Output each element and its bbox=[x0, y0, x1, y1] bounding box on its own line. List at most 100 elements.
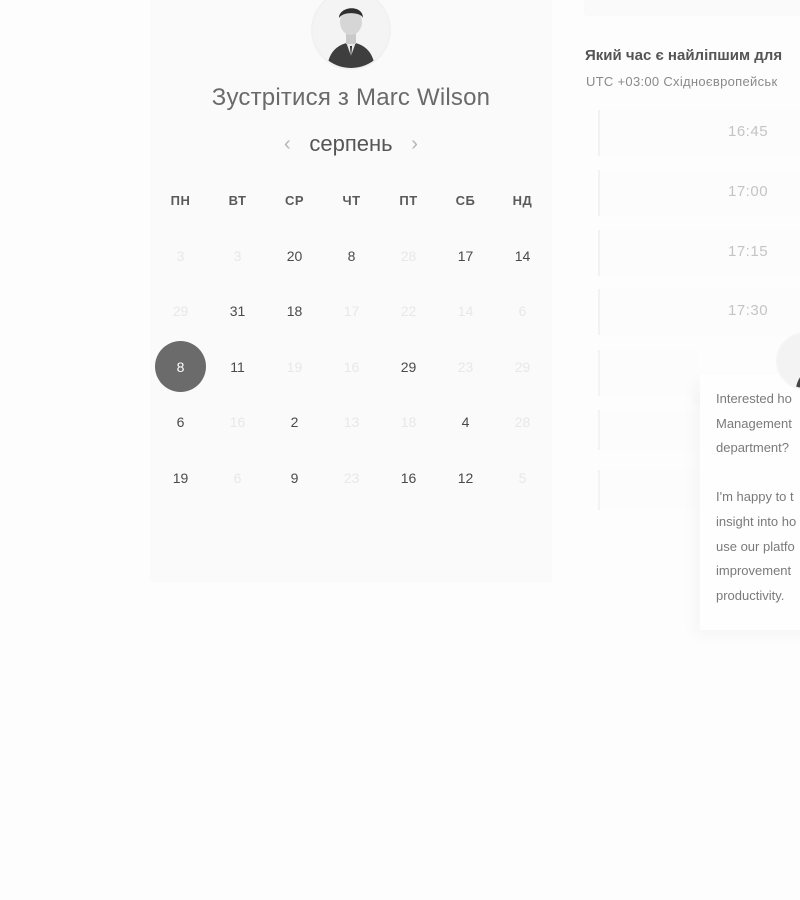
weekday-label: НД bbox=[512, 193, 533, 208]
calendar-day-number: 16 bbox=[400, 469, 417, 486]
calendar-day-number: 17 bbox=[343, 303, 360, 320]
time-slot-label: 17:00 bbox=[728, 183, 769, 200]
calendar-day: 23 bbox=[323, 450, 380, 506]
calendar-day-number: 28 bbox=[400, 247, 417, 264]
calendar-day-number: 28 bbox=[514, 414, 531, 431]
popup-message-line: use our platfo bbox=[716, 539, 795, 554]
calendar-day: 22 bbox=[380, 284, 437, 340]
calendar-day: 17 bbox=[323, 284, 380, 340]
calendar-day: 5 bbox=[494, 450, 551, 506]
calendar-day[interactable]: 19 bbox=[152, 450, 209, 506]
calendar-day-number: 11 bbox=[230, 358, 245, 375]
calendar-day: 28 bbox=[494, 395, 551, 451]
calendar-day-number: 29 bbox=[514, 358, 531, 375]
popup-message-line: I'm happy to t bbox=[716, 489, 794, 504]
calendar-day-number: 8 bbox=[155, 341, 206, 393]
popup-message-line: Interested ho bbox=[716, 391, 792, 406]
calendar-day-number: 14 bbox=[514, 247, 531, 264]
calendar-day: 18 bbox=[380, 395, 437, 451]
calendar-day-selected[interactable]: 8 bbox=[152, 339, 209, 395]
calendar-day-number: 17 bbox=[457, 247, 474, 264]
calendar-day-number: 13 bbox=[343, 414, 360, 431]
calendar-day: 6 bbox=[209, 450, 266, 506]
timezone-label[interactable]: UTC +03:00 Східноєвропейськ bbox=[586, 74, 777, 89]
calendar-day[interactable]: 2 bbox=[266, 395, 323, 451]
calendar-day: 28 bbox=[380, 228, 437, 284]
time-slot[interactable]: 16:45 bbox=[598, 110, 800, 156]
calendar-day-number: 3 bbox=[233, 247, 242, 264]
popup-pointer bbox=[690, 392, 700, 408]
month-label: серпень bbox=[309, 131, 393, 156]
calendar-day: 13 bbox=[323, 395, 380, 451]
calendar-day: 3 bbox=[152, 228, 209, 284]
calendar-day-number: 3 bbox=[176, 247, 185, 264]
calendar-day-number: 19 bbox=[172, 469, 189, 486]
time-slot[interactable] bbox=[598, 350, 698, 396]
popup-message-line: insight into ho bbox=[716, 514, 797, 529]
calendar-day-number: 18 bbox=[400, 414, 417, 431]
weekday-header: ПН ВТ СР ЧТ ПТ СБ НД bbox=[152, 193, 550, 208]
calendar-day-number: 6 bbox=[233, 469, 242, 486]
calendar-day: 29 bbox=[494, 339, 551, 395]
calendar-day[interactable]: 9 bbox=[266, 450, 323, 506]
time-slot[interactable]: 17:00 bbox=[598, 170, 800, 216]
calendar-day-number: 31 bbox=[229, 303, 246, 320]
time-slot[interactable]: 17:15 bbox=[598, 230, 800, 276]
weekday-label: ВТ bbox=[228, 193, 247, 208]
calendar-day[interactable]: 17 bbox=[437, 228, 494, 284]
calendar-day-number: 4 bbox=[461, 414, 470, 431]
calendar-day[interactable]: 29 bbox=[380, 339, 437, 395]
calendar-day-number: 29 bbox=[172, 303, 189, 320]
calendar-day[interactable]: 11 bbox=[209, 339, 266, 395]
calendar-day: 29 bbox=[152, 284, 209, 340]
month-navigation: ‹ серпень › bbox=[150, 130, 552, 158]
time-slot[interactable] bbox=[598, 410, 698, 450]
chevron-right-icon[interactable]: › bbox=[407, 130, 423, 158]
popup-message-line: productivity. bbox=[716, 588, 785, 603]
calendar-day-number: 8 bbox=[347, 247, 356, 264]
calendar-day: 3 bbox=[209, 228, 266, 284]
calendar-day-number: 23 bbox=[343, 469, 360, 486]
calendar-day[interactable]: 20 bbox=[266, 228, 323, 284]
calendar-day[interactable]: 12 bbox=[437, 450, 494, 506]
calendar-day-number: 20 bbox=[286, 247, 303, 264]
calendar-day-number: 9 bbox=[290, 469, 299, 486]
calendar-day: 6 bbox=[494, 284, 551, 340]
time-question-heading: Який час є найліпшим для bbox=[585, 47, 783, 64]
calendar-day-number: 12 bbox=[457, 469, 474, 486]
time-slot-label: 17:15 bbox=[728, 243, 769, 260]
time-slot-label: 16:45 bbox=[728, 123, 769, 140]
calendar-day[interactable]: 18 bbox=[266, 284, 323, 340]
calendar-day-number: 19 bbox=[286, 358, 303, 375]
calendar-day-number: 23 bbox=[457, 358, 474, 375]
time-slot-label: 17:30 bbox=[728, 302, 769, 319]
calendar-day: 16 bbox=[209, 395, 266, 451]
popup-message-line: Management bbox=[716, 416, 792, 431]
calendar-day-number: 6 bbox=[176, 414, 185, 431]
page-title: Зустрітися з Marc Wilson bbox=[211, 84, 491, 111]
calendar-day-number: 22 bbox=[400, 303, 417, 320]
time-slot[interactable]: 17:30 bbox=[598, 289, 800, 335]
calendar-day[interactable]: 4 bbox=[437, 395, 494, 451]
calendar-day-number: 6 bbox=[518, 303, 527, 320]
calendar-day[interactable]: 14 bbox=[494, 228, 551, 284]
calendar-day-number: 29 bbox=[400, 358, 417, 375]
weekday-label: СР bbox=[284, 193, 305, 208]
time-slot[interactable] bbox=[598, 470, 698, 510]
calendar-grid: 3 3 20 8 28 17 14 29 31 18 17 22 14 6 8 11 19 16 29 23 29 6 16… bbox=[152, 228, 552, 506]
calendar-day[interactable]: 16 bbox=[380, 450, 437, 506]
calendar-day: 14 bbox=[437, 284, 494, 340]
calendar-day-number: 5 bbox=[518, 469, 527, 486]
calendar-day[interactable]: 6 bbox=[152, 395, 209, 451]
weekday-label: ПН bbox=[170, 193, 191, 208]
calendar-day: 19 bbox=[266, 339, 323, 395]
calendar-day[interactable]: 31 bbox=[209, 284, 266, 340]
booking-page: Зустрітися з Marc Wilson ‹ серпень › ПН … bbox=[0, 0, 800, 900]
calendar-day-number: 2 bbox=[290, 414, 299, 431]
calendar-day: 16 bbox=[323, 339, 380, 395]
calendar-day[interactable]: 8 bbox=[323, 228, 380, 284]
popup-message-line: department? bbox=[716, 440, 789, 455]
calendar-day-number: 16 bbox=[229, 414, 246, 431]
chevron-left-icon[interactable]: ‹ bbox=[279, 130, 295, 158]
calendar-day-number: 14 bbox=[457, 303, 474, 320]
